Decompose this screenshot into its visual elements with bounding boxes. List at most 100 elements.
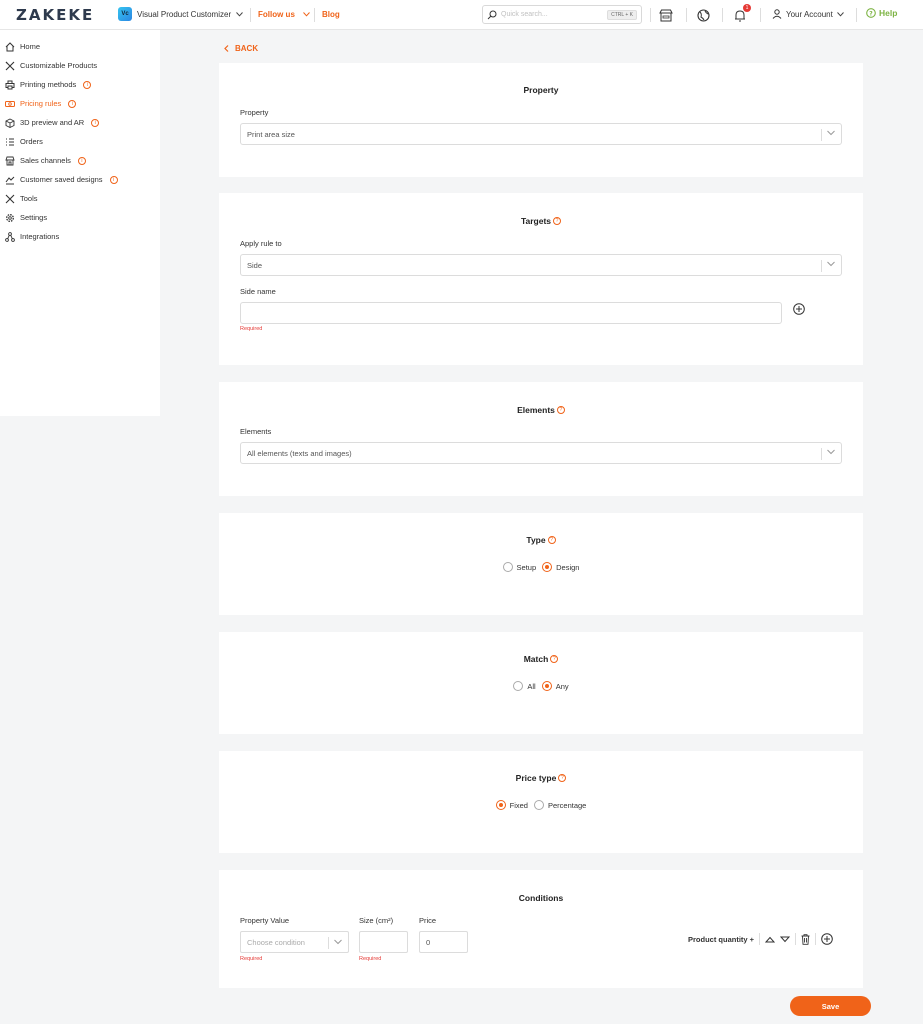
blog-link[interactable]: Blog	[322, 10, 340, 19]
info-icon[interactable]: i	[109, 175, 118, 184]
type-option-setup[interactable]: Setup	[502, 562, 537, 572]
type-radio-group: Setup Design	[219, 562, 863, 572]
notification-count-badge: 1	[743, 4, 751, 12]
radio-button-selected[interactable]	[541, 681, 552, 691]
targets-title: Targets	[520, 216, 552, 226]
info-icon[interactable]: ?	[547, 536, 556, 544]
chevron-down-icon	[303, 12, 310, 17]
back-label: BACK	[235, 44, 259, 53]
price-type-option-fixed[interactable]: Fixed	[495, 800, 528, 810]
add-circle-icon[interactable]	[793, 303, 805, 315]
radio-button[interactable]	[502, 562, 513, 572]
notifications-bell-icon[interactable]: 1	[732, 4, 751, 23]
match-option-any[interactable]: Any	[541, 681, 569, 691]
move-down-icon[interactable]	[780, 936, 791, 943]
property-value-select[interactable]: Choose condition	[240, 931, 349, 953]
follow-us-menu[interactable]: Follow us	[258, 10, 310, 19]
trash-icon[interactable]	[801, 933, 810, 945]
radio-label: Design	[556, 562, 580, 572]
add-circle-icon[interactable]	[821, 933, 833, 945]
info-icon[interactable]: i	[91, 118, 100, 127]
elements-card: Elements ? Elements All elements (texts …	[219, 382, 863, 496]
printer-icon	[5, 80, 15, 90]
account-label: Your Account	[786, 9, 833, 19]
sidebar-item-printing-methods[interactable]: Printing methods i	[0, 75, 160, 94]
svg-text:?: ?	[869, 10, 873, 17]
sidebar: Home Customizable Products Printing meth…	[0, 30, 160, 416]
divider	[650, 8, 651, 22]
store-icon[interactable]	[658, 7, 674, 23]
divider	[686, 8, 687, 22]
sidebar-item-home[interactable]: Home	[0, 37, 160, 56]
info-icon[interactable]: ?	[556, 406, 565, 414]
apply-rule-select[interactable]: Side	[240, 254, 842, 276]
account-menu[interactable]: Your Account	[772, 9, 844, 19]
sidebar-item-orders[interactable]: Orders	[0, 132, 160, 151]
sidebar-item-customizable-products[interactable]: Customizable Products	[0, 56, 160, 75]
type-card: Type ? Setup Design	[219, 513, 863, 615]
type-title: Type	[526, 535, 546, 545]
chevron-down-icon	[236, 11, 243, 17]
logo[interactable]: ZAKEKE	[16, 6, 94, 24]
sidebar-item-label: Printing methods	[20, 80, 77, 89]
property-select-value: Print area size	[247, 129, 295, 139]
price-tag-icon	[5, 99, 15, 109]
sidebar-item-label: 3D preview and AR	[20, 118, 85, 127]
info-icon[interactable]: ?	[553, 217, 562, 225]
match-option-all[interactable]: All	[513, 681, 536, 691]
move-up-icon[interactable]	[765, 936, 776, 943]
side-name-label: Side name	[240, 287, 276, 296]
radio-button-selected[interactable]	[542, 562, 553, 572]
product-quantity-button[interactable]: Product quantity +	[688, 935, 754, 944]
match-radio-group: All Any	[219, 681, 863, 691]
sidebar-item-customer-saved-designs[interactable]: Customer saved designs i	[0, 170, 160, 189]
radio-label: Setup	[516, 562, 537, 572]
price-type-option-percentage[interactable]: Percentage	[533, 800, 586, 810]
globe-icon[interactable]	[695, 7, 711, 23]
save-button[interactable]: Save	[790, 996, 871, 1016]
info-icon[interactable]: i	[68, 99, 77, 108]
price-input[interactable]: 0	[419, 931, 468, 953]
property-value-label: Property Value	[240, 916, 290, 925]
side-name-input[interactable]	[240, 302, 782, 324]
info-icon[interactable]: ?	[550, 655, 559, 663]
chevron-down-icon	[836, 11, 844, 17]
apply-rule-value: Side	[247, 260, 263, 270]
elements-select[interactable]: All elements (texts and images)	[240, 442, 842, 464]
divider	[856, 8, 857, 22]
info-icon[interactable]: i	[83, 80, 92, 89]
home-icon	[5, 41, 15, 52]
size-input[interactable]	[359, 931, 408, 953]
property-select[interactable]: Print area size	[240, 123, 842, 145]
radio-button[interactable]	[533, 800, 544, 810]
sidebar-item-label: Home	[20, 42, 41, 51]
sidebar-item-3d-preview-ar[interactable]: 3D preview and AR i	[0, 113, 160, 132]
info-icon[interactable]: i	[77, 156, 86, 165]
elements-select-value: All elements (texts and images)	[247, 448, 352, 458]
product-quantity-controls: Product quantity +	[688, 933, 833, 945]
sidebar-item-pricing-rules[interactable]: Pricing rules i	[0, 94, 160, 113]
size-required: Required	[359, 956, 382, 962]
follow-us-label: Follow us	[258, 10, 295, 19]
help-link[interactable]: ? Help	[866, 8, 897, 18]
sidebar-item-tools[interactable]: Tools	[0, 189, 160, 208]
radio-label: Fixed	[509, 800, 528, 810]
quick-search[interactable]: Quick search... CTRL + K	[482, 5, 642, 24]
price-type-card: Price type ? Fixed Percentage	[219, 751, 863, 853]
sidebar-item-settings[interactable]: Settings	[0, 208, 160, 227]
type-option-design[interactable]: Design	[542, 562, 579, 572]
radio-button-selected[interactable]	[495, 800, 506, 810]
user-icon	[772, 9, 782, 19]
divider	[759, 933, 761, 945]
radio-button[interactable]	[513, 681, 524, 691]
card-title: Type ?	[219, 535, 863, 545]
sidebar-item-integrations[interactable]: Integrations	[0, 227, 160, 246]
divider	[815, 933, 817, 945]
sidebar-item-label: Customizable Products	[20, 61, 98, 70]
info-icon[interactable]: ?	[558, 774, 567, 782]
back-link[interactable]: BACK	[224, 44, 258, 53]
elements-title: Elements	[517, 405, 555, 415]
app-name: Visual Product Customizer	[137, 9, 232, 19]
app-switcher[interactable]: Vc Visual Product Customizer	[118, 7, 243, 21]
sidebar-item-sales-channels[interactable]: Sales channels i	[0, 151, 160, 170]
